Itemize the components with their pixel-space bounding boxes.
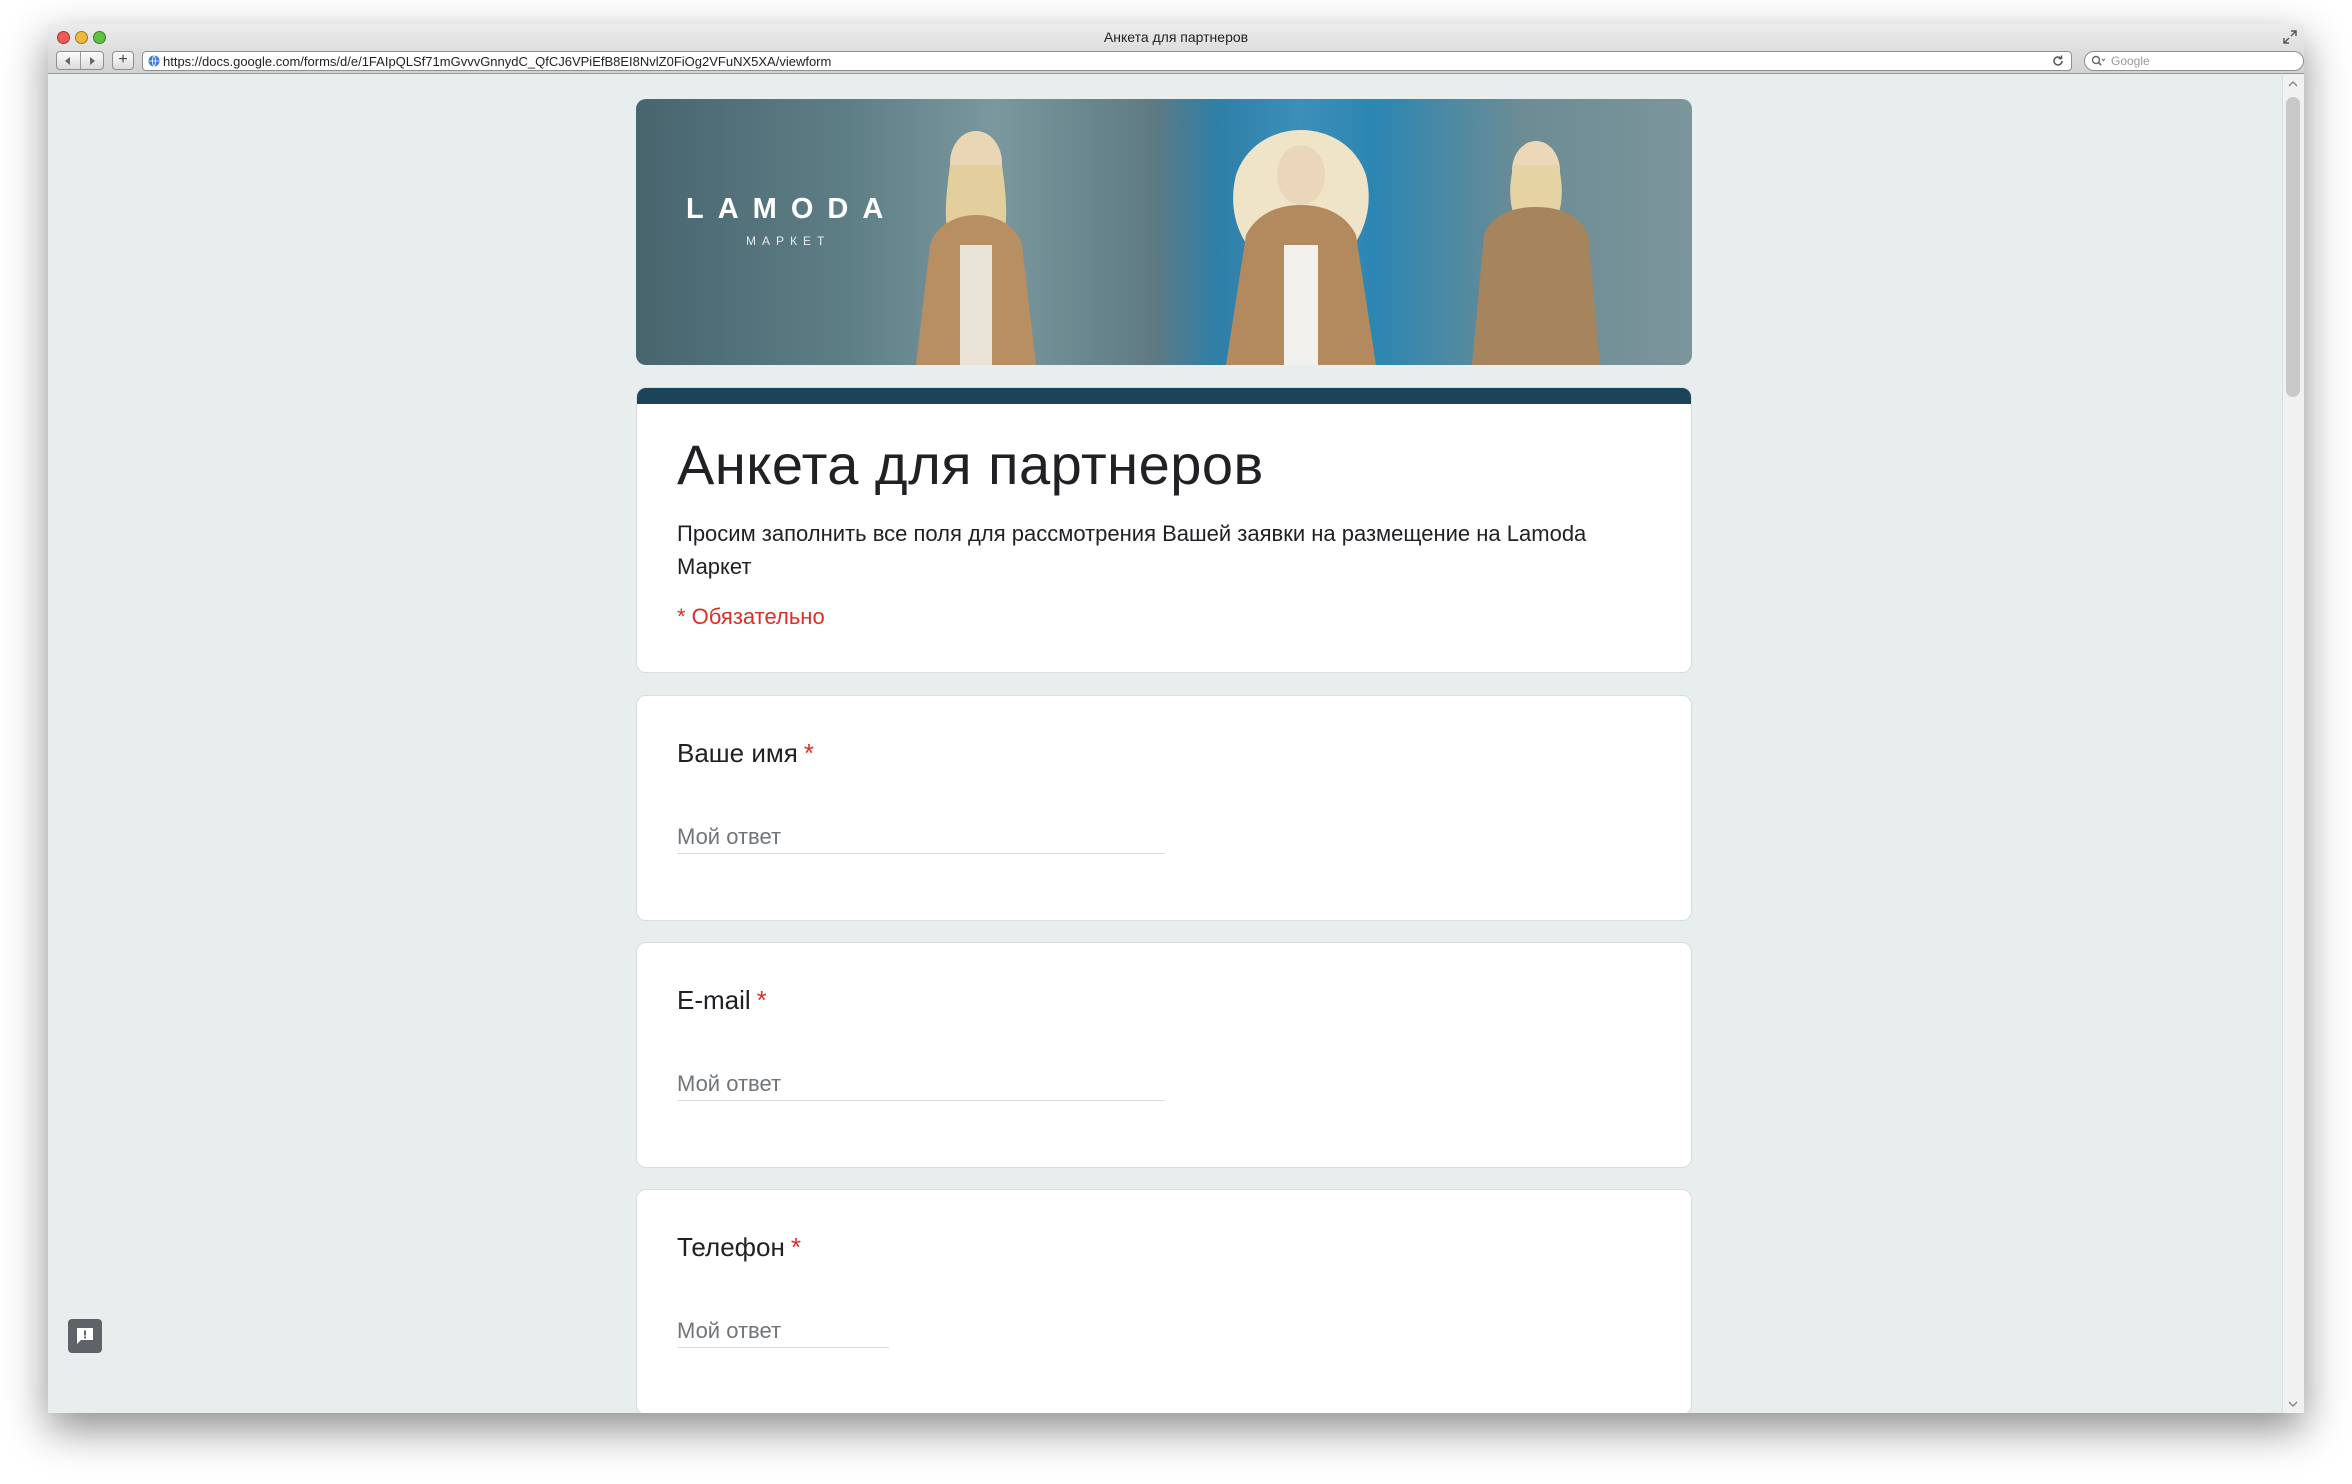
globe-icon xyxy=(148,55,160,67)
lamoda-logo: LAMODA xyxy=(686,193,898,225)
required-asterisk: * xyxy=(790,1232,801,1262)
report-feedback-button[interactable] xyxy=(68,1319,102,1353)
forward-button[interactable] xyxy=(79,52,104,69)
browser-window: Анкета для партнеров + https://docs.goog… xyxy=(48,24,2304,1413)
question-card-phone: Телефон * xyxy=(636,1189,1692,1413)
model-photo-3 xyxy=(1472,141,1600,365)
search-input[interactable] xyxy=(2111,53,2291,69)
back-arrow-icon xyxy=(65,56,71,65)
address-bar[interactable]: https://docs.google.com/forms/d/e/1FAIpQ… xyxy=(142,51,2072,71)
url-text: https://docs.google.com/forms/d/e/1FAIpQ… xyxy=(163,54,832,69)
forward-arrow-icon xyxy=(89,56,95,65)
form-description: Просим заполнить все поля для рассмотрен… xyxy=(677,521,1587,579)
scroll-up-arrow-icon[interactable] xyxy=(2288,79,2298,89)
question-title: E-mail xyxy=(677,985,751,1015)
theme-accent-stripe xyxy=(637,388,1691,404)
name-input[interactable] xyxy=(677,820,1165,854)
search-icon xyxy=(2091,55,2105,66)
header-banner-image: LAMODA МАРКЕТ xyxy=(636,99,1692,365)
scrollbar-thumb[interactable] xyxy=(2286,97,2300,397)
email-input[interactable] xyxy=(677,1067,1165,1101)
window-title: Анкета для партнеров xyxy=(1103,29,1249,45)
phone-input[interactable] xyxy=(677,1314,889,1348)
fullscreen-icon[interactable] xyxy=(2282,29,2298,45)
question-title: Телефон xyxy=(677,1232,785,1262)
search-field[interactable] xyxy=(2084,51,2304,71)
question-label: Телефон * xyxy=(677,1232,801,1263)
back-button[interactable] xyxy=(57,52,80,69)
model-photo-2 xyxy=(1226,130,1376,365)
form-header-card: Анкета для партнеров Просим заполнить вс… xyxy=(636,387,1692,673)
model-photo-1 xyxy=(916,131,1036,365)
report-feedback-icon xyxy=(77,1328,93,1344)
title-bar: Анкета для партнеров + https://docs.goog… xyxy=(48,24,2304,74)
lamoda-logo-subtitle: МАРКЕТ xyxy=(746,234,831,248)
question-label: Ваше имя * xyxy=(677,738,814,769)
add-bookmark-button[interactable]: + xyxy=(112,51,134,70)
form-title: Анкета для партнеров xyxy=(677,433,1264,496)
question-title: Ваше имя xyxy=(677,738,798,768)
question-card-name: Ваше имя * xyxy=(636,695,1692,921)
required-asterisk: * xyxy=(803,738,814,768)
navigation-buttons xyxy=(56,51,104,70)
reload-icon[interactable] xyxy=(2051,54,2065,68)
required-asterisk: * xyxy=(756,985,767,1015)
question-card-email: E-mail * xyxy=(636,942,1692,1168)
required-fields-note: * Обязательно xyxy=(677,604,825,629)
scroll-down-arrow-icon[interactable] xyxy=(2288,1399,2298,1409)
question-label: E-mail * xyxy=(677,985,767,1016)
page-viewport: LAMODA МАРКЕТ Анкета для партнеров Проси… xyxy=(48,75,2304,1413)
vertical-scrollbar[interactable] xyxy=(2282,75,2304,1413)
